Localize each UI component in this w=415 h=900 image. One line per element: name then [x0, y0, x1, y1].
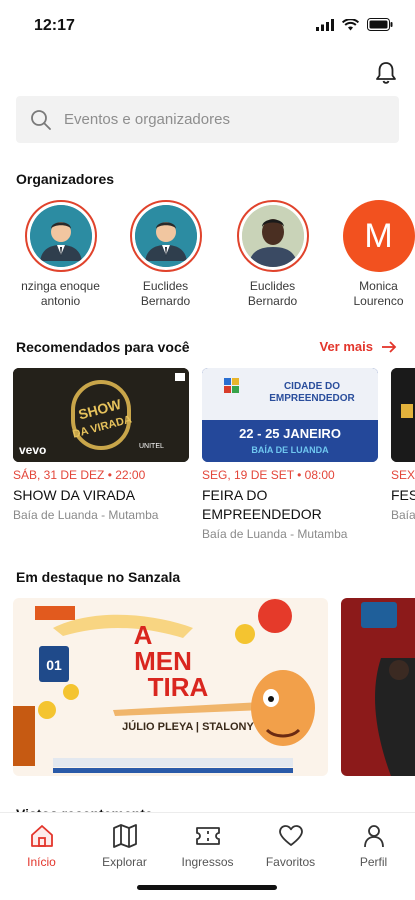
- nav-label: Ingressos: [181, 855, 234, 869]
- event-card[interactable]: SEX FES Baía: [391, 368, 415, 522]
- event-date: SEX: [391, 468, 415, 482]
- event-date: SEG, 19 DE SET • 08:00: [202, 468, 335, 482]
- svg-text:CIDADE DO: CIDADE DO: [284, 381, 340, 392]
- nav-label: Perfil: [359, 855, 388, 869]
- search-icon: [31, 109, 51, 130]
- organizers-list: nzinga enoqueantonio EuclidesBernardo: [0, 200, 415, 315]
- event-date: SÁB, 31 DE DEZ • 22:00: [13, 468, 146, 482]
- event-poster: SHOW DA VIRADA vevo UNITEL: [13, 368, 189, 462]
- svg-text:TIRA: TIRA: [148, 672, 209, 702]
- avatar: [129, 200, 202, 272]
- see-more-label: Ver mais: [319, 339, 374, 354]
- home-indicator[interactable]: [137, 885, 277, 890]
- event-card[interactable]: SHOW DA VIRADA vevo UNITEL SÁB, 31 DE DE…: [13, 368, 189, 522]
- svg-text:01: 01: [46, 657, 62, 673]
- event-location: Baía: [391, 508, 415, 522]
- organizer-name: Euclides Bernardo: [140, 279, 191, 308]
- event-title: FES: [391, 487, 415, 503]
- nav-label: Início: [27, 855, 56, 869]
- arrow-right-icon: [382, 340, 397, 353]
- battery-icon: [367, 18, 393, 31]
- recommended-list: SHOW DA VIRADA vevo UNITEL SÁB, 31 DE DE…: [0, 368, 415, 548]
- nav-item-home[interactable]: Início: [0, 823, 83, 869]
- featured-title: Em destaque no Sanzala: [16, 569, 181, 585]
- featured-poster: [341, 598, 415, 776]
- svg-text:JÚLIO PLEYA | STALONY: JÚLIO PLEYA | STALONY: [122, 720, 254, 733]
- avatar: [24, 200, 97, 272]
- event-card[interactable]: CIDADE DO EMPREENDEDOR 22 - 25 JANEIRO B…: [202, 368, 378, 541]
- avatar: M: [342, 200, 415, 272]
- organizer-item[interactable]: Euclides Bernardo: [220, 200, 325, 309]
- wifi-icon: [342, 18, 359, 30]
- avatar: [236, 200, 309, 272]
- organizer-item[interactable]: nzinga enoque antonio: [8, 200, 113, 309]
- svg-text:EMPREENDEDOR: EMPREENDEDOR: [269, 393, 355, 404]
- nav-item-profile[interactable]: Perfil: [332, 823, 415, 869]
- ticket-icon: [195, 827, 220, 845]
- search-placeholder: Eventos e organizadores: [64, 111, 230, 128]
- organizer-name: Euclides Bernardo: [247, 279, 298, 308]
- event-title: SHOW DA VIRADA: [13, 487, 136, 503]
- featured-banner[interactable]: [341, 598, 415, 776]
- nav-label: Favoritos: [265, 855, 316, 869]
- search-input[interactable]: Eventos e organizadores: [16, 96, 399, 143]
- nav-label: Explorar: [102, 855, 147, 869]
- featured-poster: A MEN TIRA 01 JÚLIO PLEYA | STALONY: [13, 598, 328, 776]
- nav-item-explore[interactable]: Explorar: [83, 823, 166, 869]
- status-icons: [316, 18, 393, 31]
- featured-banner[interactable]: A MEN TIRA 01 JÚLIO PLEYA | STALONY: [13, 598, 328, 776]
- event-location: Baía de Luanda - Mutamba: [202, 527, 348, 541]
- organizer-item[interactable]: M Monica Lourenco: [326, 200, 415, 309]
- event-title: FEIRA DO EMPREENDEDOR: [202, 487, 322, 522]
- organizers-title: Organizadores: [16, 171, 115, 187]
- status-bar: 12:17: [0, 0, 415, 50]
- see-more-link[interactable]: Ver mais: [320, 339, 398, 354]
- event-poster: [391, 368, 415, 462]
- bell-icon[interactable]: [373, 60, 399, 86]
- organizer-name: Monica Lourenco: [353, 279, 404, 308]
- recommended-title: Recomendados para você: [16, 339, 190, 355]
- svg-text:UNITEL: UNITEL: [139, 443, 164, 450]
- nav-item-favorites[interactable]: Favoritos: [249, 823, 332, 869]
- organizer-name: nzinga enoque antonio: [21, 279, 100, 308]
- bottom-nav: Início Explorar Ingressos Favoritos Perf…: [0, 812, 415, 900]
- svg-text:vevo: vevo: [19, 443, 46, 457]
- organizer-item[interactable]: Euclides Bernardo: [113, 200, 218, 309]
- user-icon: [363, 825, 384, 848]
- map-icon: [112, 824, 137, 848]
- heart-icon: [278, 825, 303, 846]
- person-avatar-icon: [29, 205, 92, 267]
- photo-avatar-icon: [241, 205, 304, 267]
- signal-icon: [316, 18, 334, 31]
- home-icon: [30, 825, 53, 847]
- svg-text:BAÍA DE LUANDA: BAÍA DE LUANDA: [251, 445, 329, 455]
- nav-item-tickets[interactable]: Ingressos: [166, 823, 249, 869]
- svg-text:22 - 25 JANEIRO: 22 - 25 JANEIRO: [239, 426, 341, 441]
- event-location: Baía de Luanda - Mutamba: [13, 508, 159, 522]
- person-avatar-icon: [134, 205, 197, 267]
- event-poster: CIDADE DO EMPREENDEDOR 22 - 25 JANEIRO B…: [202, 368, 378, 462]
- featured-list: A MEN TIRA 01 JÚLIO PLEYA | STALONY: [0, 598, 415, 778]
- status-time: 12:17: [34, 17, 75, 34]
